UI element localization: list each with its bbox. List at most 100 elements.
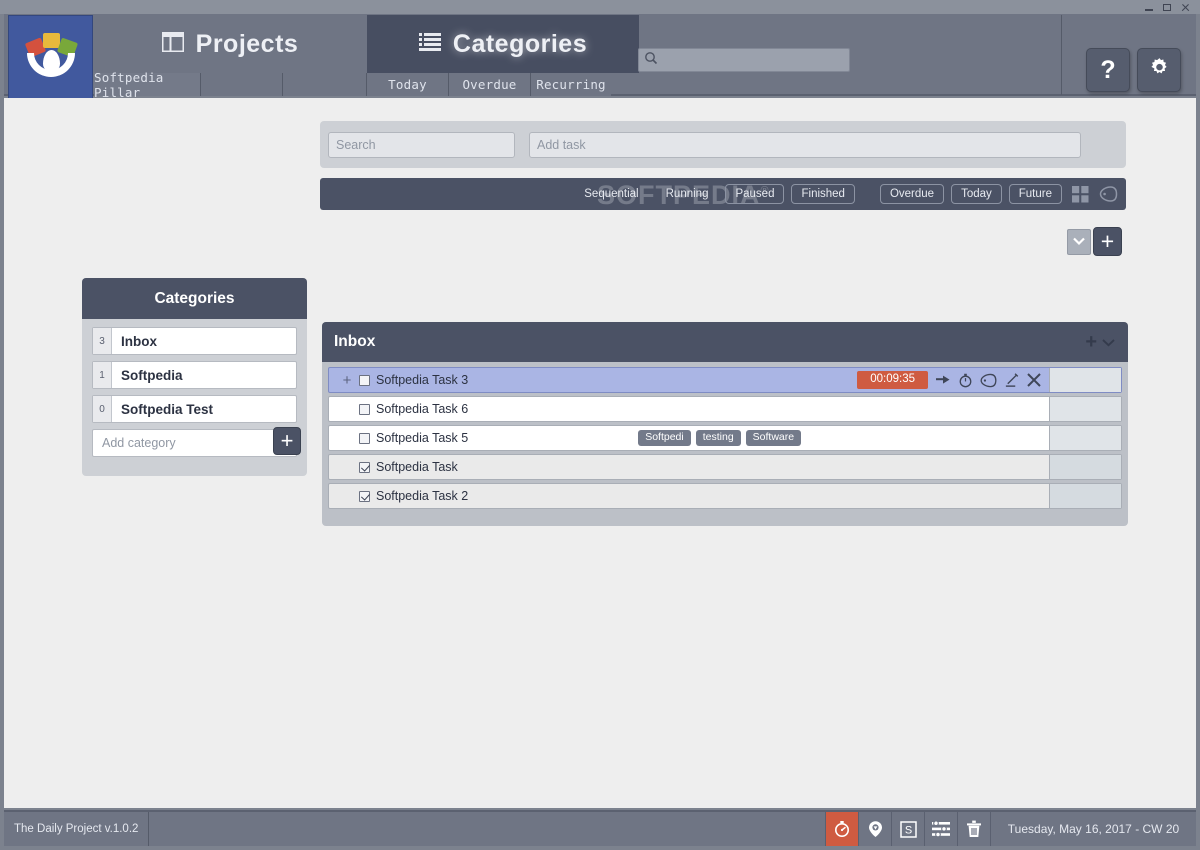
table-row[interactable]: Softpedia Task [328, 454, 1122, 480]
grid-view-icon[interactable] [1072, 185, 1089, 203]
drag-handle-icon[interactable]: + [335, 373, 359, 388]
location-pin-icon[interactable] [858, 812, 891, 846]
settings-button[interactable] [1137, 48, 1181, 92]
task-checkbox[interactable] [359, 374, 370, 386]
close-icon[interactable] [1180, 2, 1191, 13]
move-task-icon[interactable] [935, 374, 951, 387]
tab-categories-label: Categories [452, 29, 588, 58]
add-task-button[interactable]: + [1093, 227, 1122, 256]
input-toolbar [320, 121, 1126, 168]
task-checkbox[interactable] [359, 432, 370, 444]
task-title: Softpedia Task [376, 460, 458, 474]
chevron-down-icon[interactable] [1101, 337, 1116, 348]
table-row[interactable]: + Softpedia Task 3 00:09:35 [328, 367, 1122, 393]
task-row-strip [1049, 455, 1121, 479]
categories-list: 3 Inbox 1 Softpedia 0 Softpedia Test [82, 319, 307, 423]
logo-art-icon [20, 31, 82, 91]
category-count: 3 [93, 328, 112, 354]
task-row-main: Softpedia Task 5 Softpedi testing Softwa… [329, 426, 1049, 450]
task-tag[interactable]: testing [695, 430, 741, 446]
current-date: Tuesday, May 16, 2017 - CW 20 [990, 812, 1196, 846]
settings-sliders-icon[interactable] [924, 812, 957, 846]
stopwatch-icon[interactable] [825, 812, 858, 846]
app-version: The Daily Project v.1.0.2 [4, 812, 149, 846]
subtab-softpedia-pillar[interactable]: Softpedia Pillar [94, 70, 201, 100]
tab-projects[interactable]: Projects [94, 15, 366, 73]
filter-running[interactable]: Running [656, 184, 719, 204]
help-label: ? [1100, 55, 1116, 84]
status-bar: The Daily Project v.1.0.2 S Tuesday, May… [4, 810, 1196, 846]
table-row[interactable]: Softpedia Task 5 Softpedi testing Softwa… [328, 425, 1122, 451]
filter-toolbar: SOFTPEDIA® Sequential Running Paused Fin… [320, 178, 1126, 210]
plus-icon: + [1100, 228, 1115, 254]
task-checkbox[interactable] [359, 403, 370, 415]
tag-icon[interactable] [1099, 185, 1118, 203]
task-tag[interactable]: Software [745, 430, 802, 446]
subtab-empty-1[interactable] [201, 73, 283, 96]
header-search-box[interactable] [638, 48, 850, 72]
subtab-label: Today [388, 77, 427, 92]
filter-sequential[interactable]: Sequential [574, 184, 648, 204]
task-tag[interactable]: Softpedi [638, 430, 691, 446]
category-count: 0 [93, 396, 112, 422]
task-timer[interactable]: 00:09:35 [857, 370, 928, 390]
subtab-label: Softpedia Pillar [94, 69, 164, 100]
svg-text:S: S [904, 824, 911, 836]
task-panel-title: Inbox [334, 333, 376, 350]
delete-icon[interactable] [1026, 372, 1042, 388]
category-item-softpedia-test[interactable]: 0 Softpedia Test [92, 395, 297, 423]
search-icon [644, 51, 658, 70]
window-controls [1144, 2, 1200, 13]
add-task-input[interactable] [529, 132, 1081, 158]
filter-future[interactable]: Future [1008, 184, 1062, 204]
task-row-actions: 00:09:35 [857, 370, 1049, 390]
subtab-bar: Softpedia Pillar Today Overdue Recurring [94, 70, 611, 100]
timer-icon[interactable] [958, 373, 973, 388]
category-count: 1 [93, 362, 112, 388]
filter-overdue[interactable]: Overdue [879, 184, 945, 204]
current-date-label: Tuesday, May 16, 2017 - CW 20 [1007, 822, 1180, 836]
add-category-input[interactable] [92, 429, 297, 457]
tab-projects-label: Projects [195, 29, 299, 58]
tab-categories[interactable]: Categories [367, 15, 639, 73]
filter-finished[interactable]: Finished [791, 184, 855, 204]
task-title: Softpedia Task 6 [376, 402, 469, 416]
s-box-icon[interactable]: S [891, 812, 924, 846]
status-bar-icons: S [825, 812, 990, 846]
category-name: Inbox [121, 333, 157, 349]
subtab-label: Overdue [462, 77, 517, 92]
edit-icon[interactable] [1004, 372, 1019, 388]
trash-icon[interactable] [957, 812, 990, 846]
filter-paused[interactable]: Paused [725, 184, 785, 204]
add-category-row: + [92, 427, 301, 457]
tag-icon[interactable] [980, 373, 997, 388]
add-category-button[interactable]: + [273, 427, 301, 455]
task-checkbox[interactable] [359, 490, 370, 502]
category-item-softpedia[interactable]: 1 Softpedia [92, 361, 297, 389]
minimize-icon[interactable] [1144, 2, 1155, 13]
add-task-dropdown-button[interactable] [1067, 229, 1091, 255]
subtab-overdue[interactable]: Overdue [449, 73, 531, 96]
task-checkbox[interactable] [359, 461, 370, 473]
subtab-today[interactable]: Today [367, 73, 449, 96]
header-divider [1061, 15, 1062, 95]
subtab-recurring[interactable]: Recurring [531, 73, 611, 96]
add-task-inline-button[interactable]: + [1085, 332, 1097, 352]
search-input[interactable] [328, 132, 515, 158]
task-tags: Softpedi testing Software [638, 430, 802, 446]
app-header: Projects Categories Softpedia Pillar Tod… [4, 14, 1196, 107]
task-title: Softpedia Task 3 [376, 373, 469, 387]
subtab-empty-2[interactable] [283, 73, 367, 96]
table-row[interactable]: Softpedia Task 6 [328, 396, 1122, 422]
header-search-input[interactable] [662, 50, 849, 70]
maximize-icon[interactable] [1162, 2, 1173, 13]
filter-today[interactable]: Today [951, 184, 1002, 204]
category-item-inbox[interactable]: 3 Inbox [92, 327, 297, 355]
table-row[interactable]: Softpedia Task 2 [328, 483, 1122, 509]
task-row-main: Softpedia Task 2 [329, 484, 1049, 508]
list-icon [418, 30, 441, 59]
filter-label: Future [1018, 188, 1052, 200]
help-button[interactable]: ? [1086, 48, 1130, 92]
task-panel-actions: + [1085, 332, 1116, 352]
task-title: Softpedia Task 5 [376, 431, 469, 445]
